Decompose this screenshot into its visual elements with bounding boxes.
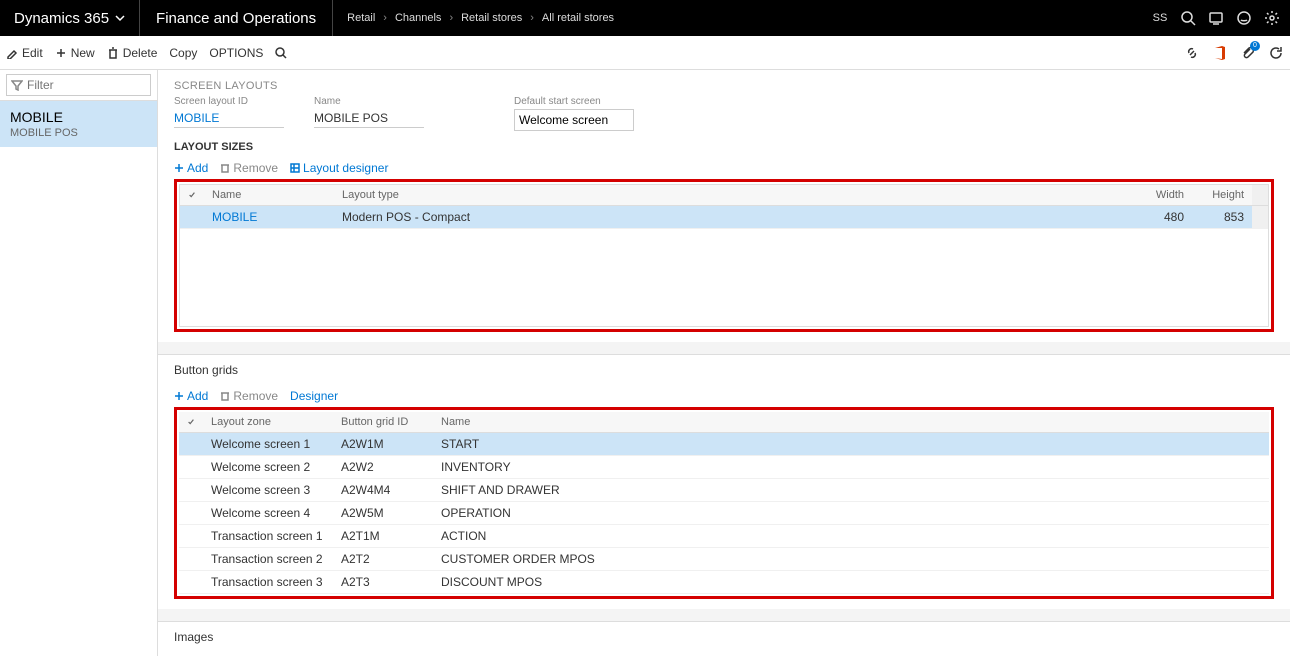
cell-zone: Welcome screen 3 bbox=[203, 479, 333, 501]
cell-name: CUSTOMER ORDER MPOS bbox=[433, 548, 1269, 570]
name-value: MOBILE POS bbox=[314, 109, 424, 128]
nav-item-id: MOBILE bbox=[10, 109, 147, 125]
command-bar: Edit New Delete Copy OPTIONS bbox=[0, 36, 1290, 70]
breadcrumb-item[interactable]: All retail stores bbox=[542, 12, 614, 24]
copy-button[interactable]: Copy bbox=[169, 46, 197, 60]
select-all-checkbox[interactable] bbox=[179, 412, 203, 432]
filter-input[interactable] bbox=[6, 74, 151, 96]
layout-sizes-grid: Name Layout type Width Height MOBILE Mod… bbox=[179, 184, 1269, 327]
cell-height: 853 bbox=[1192, 206, 1252, 228]
col-button-grid-id[interactable]: Button grid ID bbox=[333, 412, 433, 432]
left-navigation: MOBILE MOBILE POS bbox=[0, 70, 158, 656]
button-grids-remove-button[interactable]: Remove bbox=[220, 389, 278, 403]
button-grids-highlight: Layout zone Button grid ID Name Welcome … bbox=[174, 407, 1274, 599]
layout-sizes-highlight: Name Layout type Width Height MOBILE Mod… bbox=[174, 179, 1274, 332]
cell-name: INVENTORY bbox=[433, 456, 1269, 478]
nav-item-name: MOBILE POS bbox=[10, 127, 147, 139]
breadcrumb-item[interactable]: Retail bbox=[347, 12, 375, 24]
select-all-checkbox[interactable] bbox=[180, 185, 204, 205]
search-icon[interactable] bbox=[1180, 10, 1196, 26]
cell-id: A2W4M4 bbox=[333, 479, 433, 501]
layout-sizes-heading: LAYOUT SIZES bbox=[158, 137, 1290, 157]
messenger-icon[interactable] bbox=[1208, 10, 1224, 26]
table-row[interactable]: Welcome screen 3A2W4M4SHIFT AND DRAWER bbox=[179, 479, 1269, 502]
cell-id: A2T3 bbox=[333, 571, 433, 593]
nav-item-mobile[interactable]: MOBILE MOBILE POS bbox=[0, 101, 157, 147]
layout-designer-button[interactable]: Layout designer bbox=[290, 161, 388, 175]
table-row[interactable]: Transaction screen 2A2T2CUSTOMER ORDER M… bbox=[179, 548, 1269, 571]
cell-name: OPERATION bbox=[433, 502, 1269, 524]
scrollbar[interactable] bbox=[1252, 206, 1268, 228]
cell-zone: Transaction screen 2 bbox=[203, 548, 333, 570]
refresh-icon[interactable] bbox=[1268, 45, 1284, 61]
attachments-icon[interactable] bbox=[1240, 45, 1256, 61]
cell-type: Modern POS - Compact bbox=[334, 206, 1132, 228]
table-row[interactable]: Welcome screen 4A2W5MOPERATION bbox=[179, 502, 1269, 525]
app-name: Dynamics 365 bbox=[14, 10, 109, 27]
cell-zone: Transaction screen 1 bbox=[203, 525, 333, 547]
table-row[interactable]: Transaction screen 3A2T3DISCOUNT MPOS bbox=[179, 571, 1269, 594]
table-row[interactable]: Welcome screen 2A2W2INVENTORY bbox=[179, 456, 1269, 479]
cell-id: A2T1M bbox=[333, 525, 433, 547]
app-switcher[interactable]: Dynamics 365 bbox=[0, 0, 140, 36]
col-grid-name[interactable]: Name bbox=[433, 412, 1269, 432]
delete-button[interactable]: Delete bbox=[107, 46, 158, 60]
link-icon[interactable] bbox=[1184, 45, 1200, 61]
col-layout-zone[interactable]: Layout zone bbox=[203, 412, 333, 432]
col-type[interactable]: Layout type bbox=[334, 185, 1132, 205]
nav-right-icons: SS bbox=[1152, 10, 1280, 26]
layout-id-value[interactable]: MOBILE bbox=[174, 109, 284, 128]
cell-id: A2T2 bbox=[333, 548, 433, 570]
cell-name: START bbox=[433, 433, 1269, 455]
table-row[interactable]: Transaction screen 1A2T1MACTION bbox=[179, 525, 1269, 548]
office-icon[interactable] bbox=[1212, 45, 1228, 61]
cell-name: DISCOUNT MPOS bbox=[433, 571, 1269, 593]
layout-sizes-add-button[interactable]: Add bbox=[174, 161, 208, 175]
new-button[interactable]: New bbox=[55, 46, 95, 60]
cell-name: ACTION bbox=[433, 525, 1269, 547]
screen-layouts-heading: SCREEN LAYOUTS bbox=[158, 70, 1290, 96]
search-commands-icon[interactable] bbox=[275, 47, 287, 59]
form-content: SCREEN LAYOUTS Screen layout ID MOBILE N… bbox=[158, 70, 1290, 656]
cell-width: 480 bbox=[1132, 206, 1192, 228]
layout-id-label: Screen layout ID bbox=[174, 96, 284, 107]
user-initials[interactable]: SS bbox=[1152, 10, 1168, 26]
layout-sizes-remove-button[interactable]: Remove bbox=[220, 161, 278, 175]
breadcrumb-item[interactable]: Retail stores bbox=[461, 12, 522, 24]
options-button[interactable]: OPTIONS bbox=[209, 46, 263, 60]
chevron-down-icon bbox=[115, 13, 125, 23]
name-label: Name bbox=[314, 96, 424, 107]
breadcrumb: Retail› Channels› Retail stores› All ret… bbox=[333, 12, 628, 24]
cell-name: MOBILE bbox=[204, 206, 334, 228]
cell-zone: Welcome screen 1 bbox=[203, 433, 333, 455]
gear-icon[interactable] bbox=[1264, 10, 1280, 26]
images-heading[interactable]: Images bbox=[158, 621, 1290, 652]
edit-button[interactable]: Edit bbox=[6, 46, 43, 60]
button-grids-heading[interactable]: Button grids bbox=[158, 354, 1290, 385]
cell-zone: Welcome screen 2 bbox=[203, 456, 333, 478]
col-height[interactable]: Height bbox=[1192, 185, 1252, 205]
button-grids-designer-button[interactable]: Designer bbox=[290, 389, 338, 403]
cell-name: SHIFT AND DRAWER bbox=[433, 479, 1269, 501]
col-width[interactable]: Width bbox=[1132, 185, 1192, 205]
cell-id: A2W5M bbox=[333, 502, 433, 524]
smiley-icon[interactable] bbox=[1236, 10, 1252, 26]
cell-zone: Transaction screen 3 bbox=[203, 571, 333, 593]
filter-icon bbox=[11, 79, 23, 91]
cell-id: A2W2 bbox=[333, 456, 433, 478]
cell-id: A2W1M bbox=[333, 433, 433, 455]
main-area: MOBILE MOBILE POS SCREEN LAYOUTS Screen … bbox=[0, 70, 1290, 656]
cell-zone: Welcome screen 4 bbox=[203, 502, 333, 524]
table-row[interactable]: MOBILE Modern POS - Compact 480 853 bbox=[180, 206, 1268, 229]
table-row[interactable]: Welcome screen 1A2W1MSTART bbox=[179, 433, 1269, 456]
default-screen-label: Default start screen bbox=[514, 96, 634, 107]
button-grids-add-button[interactable]: Add bbox=[174, 389, 208, 403]
button-grids-grid: Layout zone Button grid ID Name Welcome … bbox=[179, 412, 1269, 594]
breadcrumb-item[interactable]: Channels bbox=[395, 12, 441, 24]
default-screen-input[interactable] bbox=[514, 109, 634, 131]
col-name[interactable]: Name bbox=[204, 185, 334, 205]
top-bar: Dynamics 365 Finance and Operations Reta… bbox=[0, 0, 1290, 36]
module-name: Finance and Operations bbox=[140, 0, 333, 36]
